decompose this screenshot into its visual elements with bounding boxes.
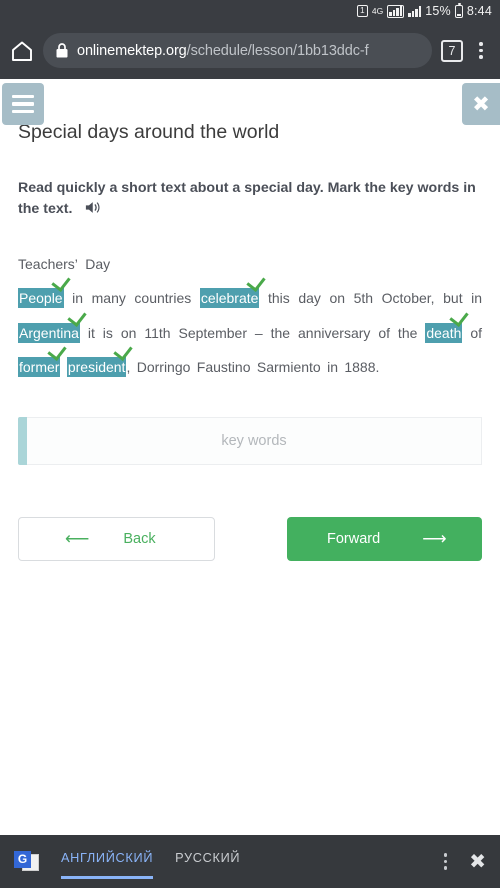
forward-button-label: Forward [327, 531, 381, 548]
signal-bars-secondary-icon [408, 5, 422, 17]
paragraph-body: People in many countries celebrate this … [18, 281, 482, 384]
close-icon[interactable]: ✖ [462, 83, 500, 125]
lesson-page: ✖ Special days around the world Read qui… [0, 79, 500, 888]
forward-button[interactable]: Forward ⟶ [287, 517, 482, 562]
url-path: /schedule/lesson/1bb13ddc-f [186, 42, 369, 59]
android-status-bar: 1 4G 15% 8:44 [0, 0, 500, 22]
home-icon[interactable] [10, 39, 34, 63]
keyword-argentina[interactable]: Argentina [18, 322, 80, 343]
tab-count-button[interactable]: 7 [441, 39, 463, 62]
navigation-buttons: ⟵ Back Forward ⟶ [18, 517, 482, 562]
keyword-former[interactable]: former [18, 357, 61, 378]
google-translate-bar: G АНГЛИЙСКИЙ РУССКИЙ ✖ [0, 835, 500, 888]
tab-target-language[interactable]: РУССКИЙ [175, 845, 240, 879]
translate-close-icon[interactable]: ✖ [469, 852, 486, 872]
google-translate-letter: G [14, 850, 31, 868]
arrow-right-icon: ⟶ [422, 529, 447, 549]
lock-icon [56, 43, 68, 58]
text-run-3: it is on 11th September – the anniversar… [87, 324, 418, 341]
battery-percent-label: 15% [425, 4, 451, 18]
text-run-2: this day on 5th October, but in [268, 290, 483, 307]
text-run-4: of [470, 324, 483, 341]
hamburger-menu-icon[interactable] [2, 83, 44, 125]
browser-toolbar: onlinemektep.org/schedule/lesson/1bb13dd… [0, 22, 500, 79]
answer-accent-bar [18, 417, 27, 466]
tab-source-language[interactable]: АНГЛИЙСКИЙ [61, 845, 154, 879]
translate-kebab-menu-icon[interactable] [443, 853, 448, 870]
notification-icon: 1 [356, 5, 368, 17]
signal-bars-icon [387, 4, 405, 18]
arrow-left-icon: ⟵ [65, 529, 90, 549]
lesson-topbar: ✖ [0, 79, 500, 125]
lesson-paragraph: Teachers’ Day People in many countries c… [18, 247, 482, 384]
url-bar[interactable]: onlinemektep.org/schedule/lesson/1bb13dd… [43, 33, 432, 68]
keyword-president[interactable]: president [66, 357, 127, 378]
keyword-celebrate[interactable]: celebrate [199, 288, 260, 309]
keyword-people[interactable]: People [18, 288, 64, 309]
text-run-1: in many countries [72, 290, 192, 307]
instruction-text: Read quickly a short text about a specia… [18, 178, 482, 221]
google-translate-icon: G [14, 850, 39, 873]
key-words-placeholder: key words [221, 433, 287, 450]
answer-area: key words [18, 417, 482, 466]
text-heading: Teachers’ Day [18, 256, 111, 273]
url-text: onlinemektep.org/schedule/lesson/1bb13dd… [77, 43, 369, 59]
clock-label: 8:44 [466, 4, 492, 18]
kebab-menu-icon[interactable] [472, 42, 490, 59]
url-domain: onlinemektep.org [77, 42, 187, 59]
battery-icon [454, 2, 463, 18]
back-button-label: Back [123, 531, 156, 548]
keyword-death[interactable]: death [425, 322, 463, 343]
back-button[interactable]: ⟵ Back [18, 517, 215, 562]
key-words-input[interactable]: key words [27, 417, 482, 466]
text-run-5: , Dorringo Faustino Sarmiento in 1888. [126, 359, 380, 376]
network-4g-icon: 4G [371, 5, 384, 16]
speaker-icon[interactable] [85, 200, 103, 222]
